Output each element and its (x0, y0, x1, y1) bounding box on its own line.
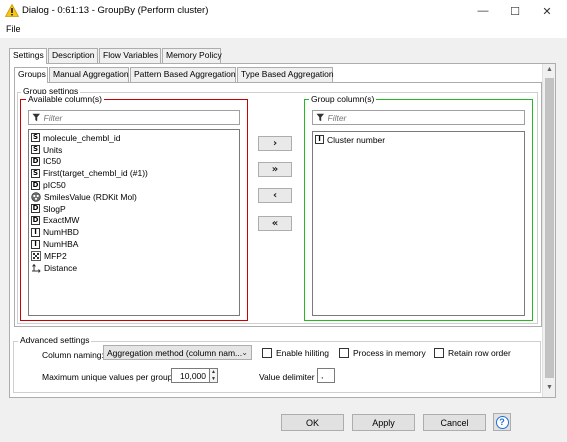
column-naming-label: Column naming: (42, 350, 104, 360)
double-type-icon: D (31, 215, 40, 225)
help-icon: ? (495, 415, 509, 429)
list-item[interactable]: D SlogP (29, 203, 239, 215)
available-columns-label: Available column(s) (26, 94, 105, 104)
list-item[interactable]: S First(target_chembl_id (#1)) (29, 167, 239, 179)
available-filter-field[interactable] (28, 110, 240, 125)
help-button[interactable]: ? (493, 413, 511, 431)
value-delimiter-label: Value delimiter (259, 372, 315, 382)
string-type-icon: S (31, 145, 40, 155)
double-type-icon: D (31, 156, 40, 166)
spinner-down-icon[interactable]: ▼ (210, 376, 217, 383)
maximize-button[interactable]: ☐ (499, 0, 531, 22)
outer-tab-bar: Settings Description Flow Variables Memo… (9, 48, 549, 64)
distance-type-icon (32, 263, 41, 273)
advanced-settings-label: Advanced settings (18, 335, 92, 345)
available-filter-input[interactable] (43, 112, 239, 123)
max-unique-label: Maximum unique values per group (42, 372, 173, 382)
bitvector-type-icon (31, 250, 41, 261)
menu-bar: File (0, 22, 567, 38)
filter-icon (32, 113, 41, 122)
list-item[interactable]: D IC50 (29, 156, 239, 168)
tab-type-based-aggregation[interactable]: Type Based Aggregation (237, 67, 334, 82)
retain-row-order-checkbox[interactable]: Retain row order (434, 348, 511, 358)
list-item[interactable]: S Units (29, 144, 239, 156)
list-item[interactable]: DpIC50 (29, 179, 239, 191)
ok-button[interactable]: OK (281, 414, 344, 431)
process-in-memory-checkbox[interactable]: Process in memory (339, 348, 426, 358)
list-item[interactable]: MFP2 (29, 250, 239, 262)
scroll-up-icon[interactable]: ▲ (545, 66, 554, 74)
apply-button[interactable]: Apply (352, 414, 415, 431)
value-delimiter-field[interactable]: , (317, 368, 335, 383)
window-title: Dialog - 0:61:13 - GroupBy (Perform clus… (22, 5, 209, 16)
chevron-down-icon: ⌄ (241, 348, 248, 357)
double-type-icon: D (31, 204, 40, 214)
string-type-icon: S (31, 168, 40, 178)
tab-settings[interactable]: Settings (9, 48, 47, 64)
list-item[interactable]: D ExactMW (29, 215, 239, 227)
tab-description[interactable]: Description (48, 48, 98, 63)
scroll-down-icon[interactable]: ▼ (545, 384, 554, 392)
group-filter-input[interactable] (327, 112, 524, 123)
list-item[interactable]: I NumHBA (29, 238, 239, 250)
tab-flow-variables[interactable]: Flow Variables (99, 48, 161, 63)
list-item[interactable]: I Cluster number (313, 134, 524, 146)
max-unique-spinner[interactable]: 10,000 (171, 368, 210, 383)
group-filter-field[interactable] (312, 110, 525, 125)
group-columns-label: Group column(s) (309, 94, 377, 104)
menu-file[interactable]: File (6, 24, 21, 34)
integer-type-icon: I (31, 239, 40, 249)
tab-groups[interactable]: Groups (14, 67, 48, 83)
tab-manual-aggregation[interactable]: Manual Aggregation (49, 67, 129, 82)
group-columns-list[interactable]: I Cluster number (312, 131, 525, 316)
tab-pattern-based-aggregation[interactable]: Pattern Based Aggregation (130, 67, 236, 82)
vertical-scrollbar[interactable]: ▲ ▼ (542, 64, 555, 397)
remove-button[interactable]: ‹ (258, 188, 292, 203)
spinner-up-icon[interactable]: ▲ (210, 369, 217, 376)
list-item[interactable]: Smolecule_chembl_id (29, 132, 239, 144)
minimize-button[interactable]: — (467, 0, 499, 22)
cancel-button[interactable]: Cancel (423, 414, 486, 431)
filter-icon (316, 113, 325, 122)
double-type-icon: D (31, 180, 40, 190)
enable-hiliting-checkbox[interactable]: Enable hiliting (262, 348, 329, 358)
column-naming-dropdown[interactable]: Aggregation method (column nam... ⌄ (103, 345, 252, 360)
tab-memory-policy[interactable]: Memory Policy (162, 48, 222, 63)
close-button[interactable]: ✕ (531, 0, 563, 22)
list-item[interactable]: Distance (29, 262, 239, 274)
scrollbar-thumb[interactable] (545, 78, 554, 378)
available-columns-list[interactable]: Smolecule_chembl_id S Units D IC50 S First(… (28, 129, 240, 316)
list-item[interactable]: I NumHBD (29, 226, 239, 238)
spinner-arrows[interactable]: ▲ ▼ (210, 368, 218, 383)
add-button[interactable]: › (258, 136, 292, 151)
remove-all-button[interactable]: « (258, 216, 292, 231)
add-all-button[interactable]: » (258, 162, 292, 177)
molecule-type-icon (31, 192, 41, 202)
list-item[interactable]: SmilesValue (RDKit Mol) (29, 191, 239, 203)
inner-tab-bar: Groups Manual Aggregation Pattern Based … (14, 67, 534, 83)
integer-type-icon: I (315, 135, 324, 145)
warning-icon (5, 4, 19, 17)
string-type-icon: S (31, 133, 40, 143)
integer-type-icon: I (31, 227, 40, 237)
